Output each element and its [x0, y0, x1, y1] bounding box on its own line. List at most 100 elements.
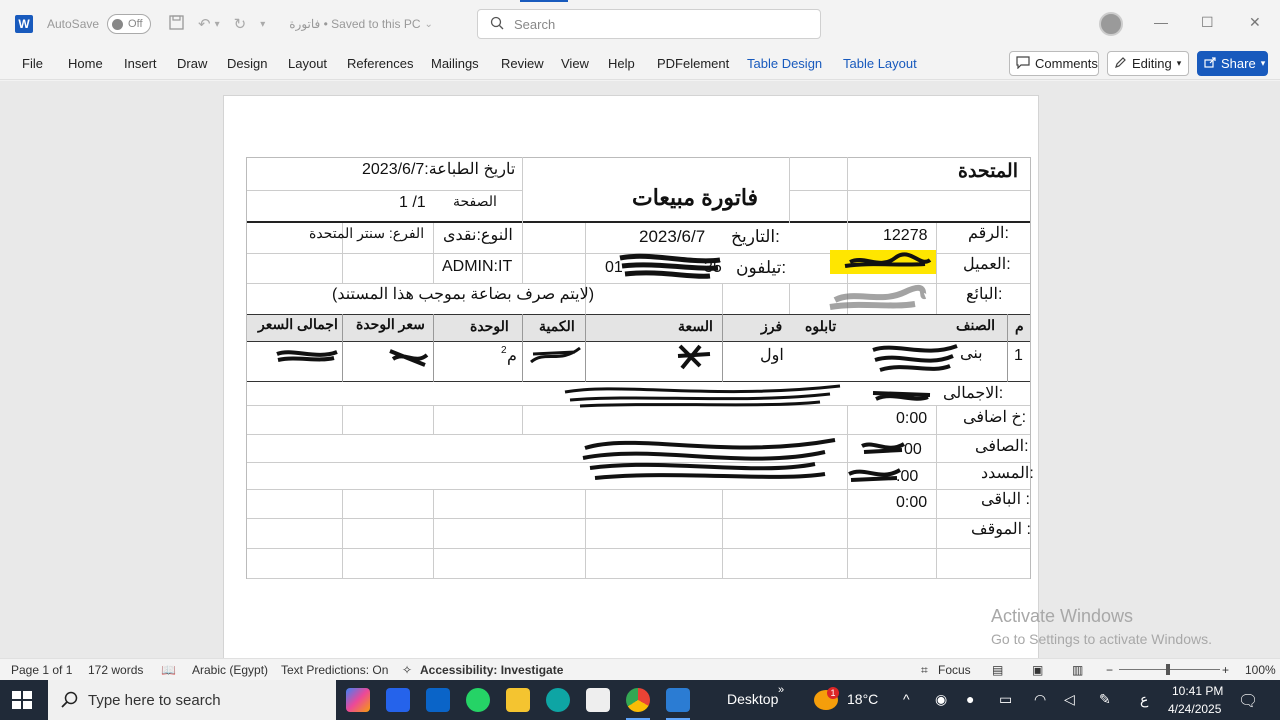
document-title[interactable]: فاتورة • Saved to this PC	[289, 17, 420, 31]
tab-insert[interactable]: Insert	[124, 56, 157, 71]
taskbar-search[interactable]: Type here to search	[48, 680, 336, 720]
read-mode-icon[interactable]: ▤	[992, 663, 1003, 677]
proofing-icon[interactable]: 📖	[161, 663, 176, 677]
whatsapp-icon[interactable]	[466, 688, 490, 712]
toggle-knob	[112, 18, 124, 30]
tab-references[interactable]: References	[347, 56, 413, 71]
save-icon[interactable]	[169, 14, 184, 34]
table-border	[246, 157, 1031, 158]
store-icon[interactable]	[586, 688, 610, 712]
word-taskbar-icon[interactable]	[666, 688, 690, 712]
focus-button[interactable]: Focus	[938, 663, 971, 677]
status-bar: Page 1 of 1 172 words 📖 Arabic (Egypt) T…	[0, 658, 1280, 680]
redo-icon[interactable]: ↻	[234, 15, 247, 33]
table-border	[246, 489, 1031, 490]
account-avatar[interactable]	[1099, 12, 1123, 36]
weather-temp[interactable]: 18°C	[847, 691, 878, 707]
tab-pdfelement[interactable]: PDFelement	[657, 56, 729, 71]
table-border	[522, 223, 523, 283]
status-label: الموقف :	[971, 521, 1031, 538]
comments-button[interactable]: Comments	[1009, 51, 1099, 76]
redaction-scribble	[530, 346, 581, 364]
undo-icon[interactable]: ↶	[198, 15, 211, 33]
tab-table-layout[interactable]: Table Layout	[843, 56, 917, 71]
tab-draw[interactable]: Draw	[177, 56, 207, 71]
chrome-icon[interactable]	[626, 688, 650, 712]
redaction-scribble	[861, 442, 906, 454]
tab-mailings[interactable]: Mailings	[431, 56, 479, 71]
close-icon[interactable]: ✕	[1249, 14, 1261, 31]
table-border	[1030, 157, 1031, 579]
chevron-right-icon[interactable]: »	[778, 684, 784, 696]
editing-mode-button[interactable]: Editing ▾	[1107, 51, 1189, 76]
wifi-icon[interactable]: ◠	[1034, 691, 1046, 708]
zoom-out-icon[interactable]: −	[1106, 663, 1113, 677]
table-border	[246, 221, 1031, 223]
volume-icon[interactable]: ◁	[1064, 691, 1075, 708]
input-language[interactable]: ع	[1140, 691, 1148, 708]
tab-file[interactable]: File	[22, 56, 43, 71]
redaction-scribble	[389, 349, 429, 367]
accessibility-status[interactable]: Accessibility: Investigate	[420, 663, 563, 677]
tab-design[interactable]: Design	[227, 56, 267, 71]
tab-help[interactable]: Help	[608, 56, 635, 71]
phone-label: تيلفون:	[736, 258, 787, 277]
zoom-slider-thumb[interactable]	[1166, 664, 1170, 675]
minimize-icon[interactable]: —	[1154, 14, 1168, 30]
table-border	[522, 405, 523, 435]
autosave-toggle[interactable]: Off	[107, 14, 152, 34]
table-border	[789, 190, 1031, 191]
ribbon-tabs: File Home Insert Draw Design Layout Refe…	[0, 48, 1280, 80]
redaction-scribble	[872, 391, 931, 401]
page-count[interactable]: Page 1 of 1	[11, 663, 72, 677]
copilot-icon[interactable]	[346, 688, 370, 712]
show-hidden-icons[interactable]: ^	[903, 691, 910, 707]
undo-dropdown-icon[interactable]: ▾	[215, 19, 220, 30]
chevron-down-icon[interactable]: ⌄	[425, 19, 433, 30]
clock-time[interactable]: 10:41 PM	[1172, 684, 1223, 698]
customize-qat-icon[interactable]: ▾	[260, 19, 265, 30]
record-icon[interactable]: ◉	[935, 691, 947, 708]
windows-start-icon[interactable]	[12, 691, 32, 709]
tab-view[interactable]: View	[561, 56, 589, 71]
battery-icon[interactable]: ▭	[999, 691, 1012, 708]
edge-icon[interactable]	[546, 688, 570, 712]
redaction-scribble	[872, 344, 958, 372]
file-explorer-icon[interactable]	[506, 688, 530, 712]
web-layout-icon[interactable]: ▥	[1072, 663, 1083, 677]
table-border	[246, 190, 523, 191]
share-button[interactable]: Share ▾	[1197, 51, 1268, 76]
invoice-date: 2023/6/7	[639, 227, 706, 246]
table-border	[433, 223, 434, 283]
maximize-icon[interactable]: ☐	[1201, 14, 1214, 31]
tab-home[interactable]: Home	[68, 56, 103, 71]
payment-type: النوع:نقدى	[443, 227, 513, 244]
word-count[interactable]: 172 words	[88, 663, 143, 677]
app-tray-icon[interactable]: ●	[966, 691, 974, 707]
tab-review[interactable]: Review	[501, 56, 544, 71]
clock-date[interactable]: 4/24/2025	[1168, 702, 1221, 716]
table-border	[722, 283, 723, 314]
outlook-icon[interactable]	[426, 688, 450, 712]
seller-label: البائع:	[966, 286, 1003, 303]
tab-layout[interactable]: Layout	[288, 56, 327, 71]
language-indicator[interactable]: Arabic (Egypt)	[192, 663, 268, 677]
table-border	[342, 314, 343, 382]
zoom-level[interactable]: 100%	[1245, 663, 1276, 677]
media-player-icon[interactable]	[386, 688, 410, 712]
activate-windows-subtitle: Go to Settings to activate Windows.	[991, 631, 1212, 647]
document-canvas[interactable]	[0, 81, 1280, 658]
search-box[interactable]: Search	[477, 9, 821, 39]
col-header-quantity: الكمية	[539, 318, 575, 334]
print-layout-icon[interactable]: ▣	[1032, 663, 1043, 677]
notifications-icon[interactable]: 🗨	[1238, 691, 1258, 711]
desktop-toolbar[interactable]: Desktop	[727, 691, 778, 707]
search-icon	[61, 691, 78, 712]
tab-table-design[interactable]: Table Design	[747, 56, 822, 71]
pen-icon[interactable]: ✎	[1099, 691, 1111, 708]
col-header-index: م	[1015, 318, 1024, 334]
zoom-in-icon[interactable]: +	[1222, 663, 1229, 677]
col-header-unit-price: سعر الوحدة	[356, 316, 425, 332]
editing-label: Editing	[1132, 56, 1172, 71]
text-predictions[interactable]: Text Predictions: On	[281, 663, 388, 677]
